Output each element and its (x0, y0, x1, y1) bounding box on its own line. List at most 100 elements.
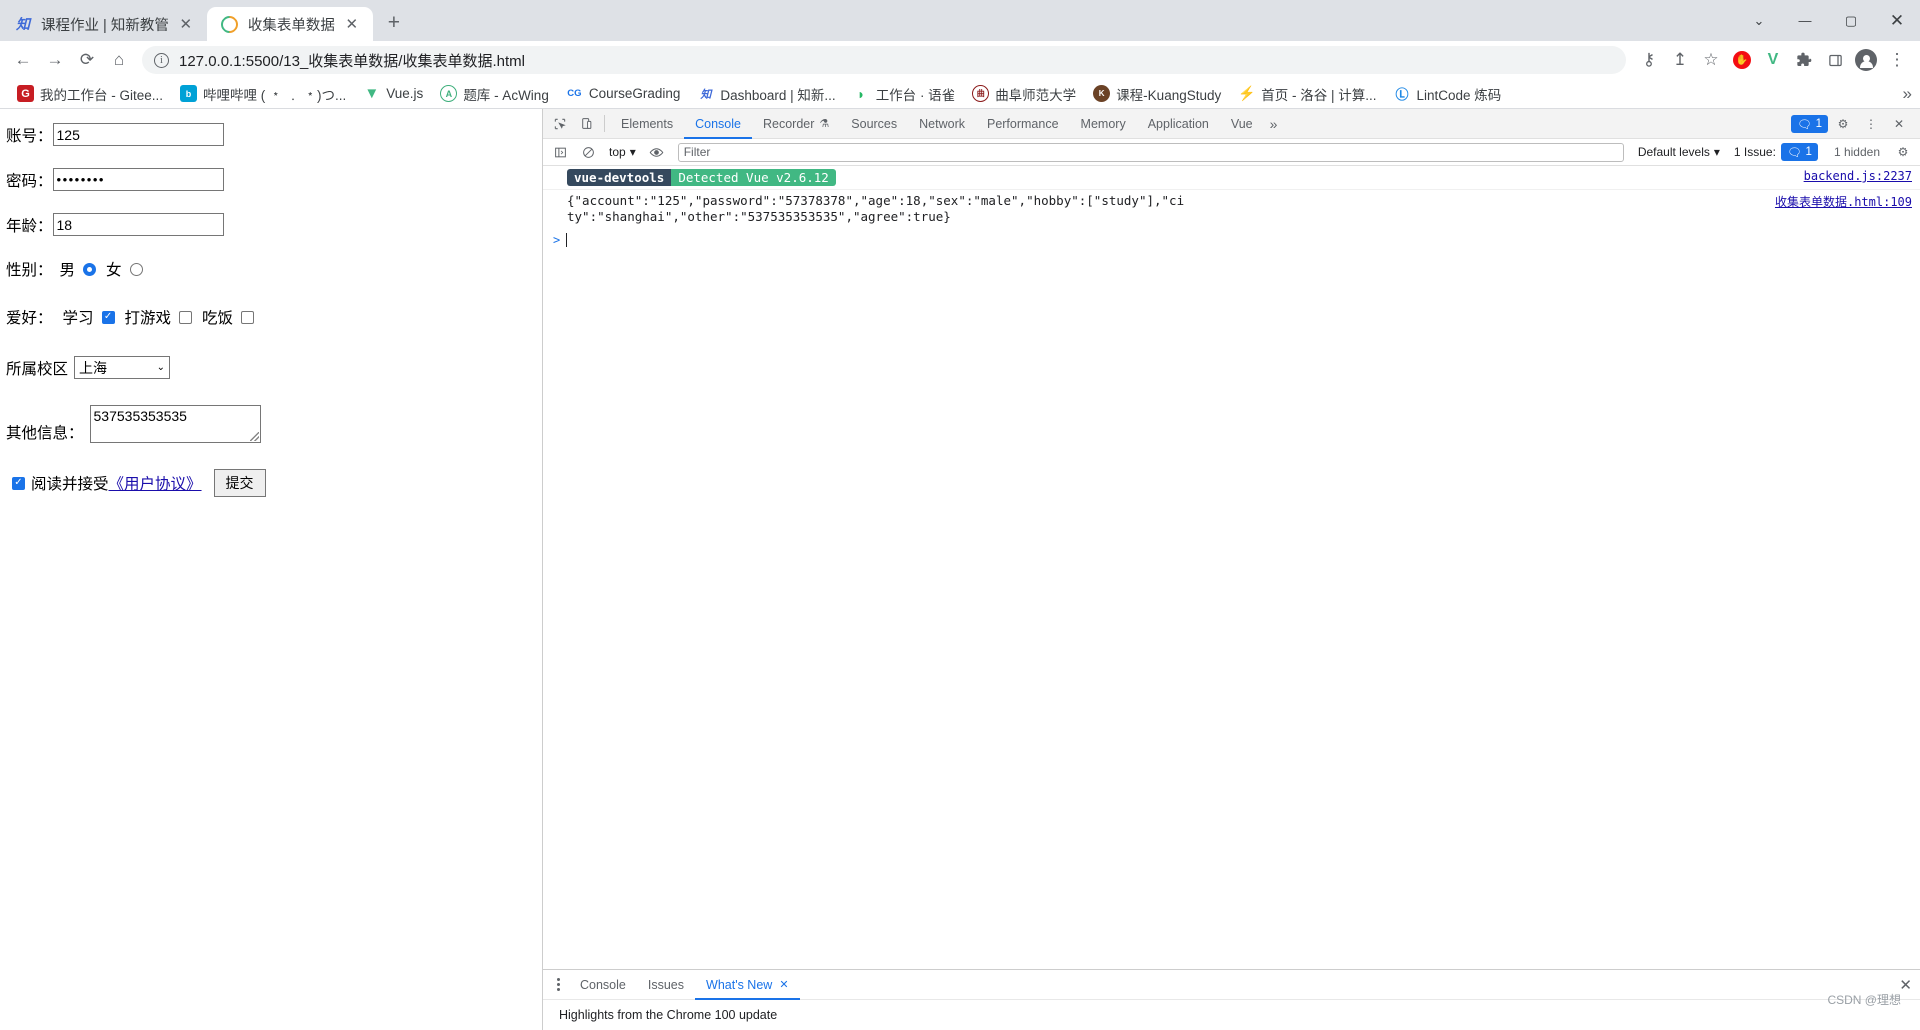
devtools-close-icon[interactable]: ✕ (1886, 111, 1912, 137)
drawer-tab-console[interactable]: Console (569, 970, 637, 1000)
account-input[interactable] (52, 123, 224, 146)
hobby-checkbox-study[interactable]: ✓ (101, 310, 115, 324)
devtools-tabs-overflow-icon[interactable]: » (1264, 116, 1284, 132)
site-info-icon[interactable]: i (154, 52, 169, 68)
bookmark-item[interactable]: Ⓛ LintCode 炼码 (1387, 81, 1509, 107)
drawer-menu-icon[interactable] (547, 978, 569, 991)
devtools-panel: Elements Console Recorder ⚗ Sources Netw… (542, 109, 1920, 1030)
hobby-checkbox-eat[interactable] (241, 310, 255, 324)
console-settings-gear-icon[interactable]: ⚙ (1890, 139, 1916, 165)
drawer-tab-whats-new[interactable]: What's New ✕ (695, 970, 800, 1000)
bookmark-item[interactable]: b 哔哩哔哩 ( ﹡ ﹒ ﹡)つ... (173, 81, 353, 107)
bookmarks-overflow-icon[interactable]: » (1903, 84, 1912, 104)
bookmark-item[interactable]: K 课程-KuangStudy (1086, 81, 1228, 107)
devtools-tab-sources[interactable]: Sources (840, 109, 908, 139)
hobby-checkbox-game[interactable] (179, 310, 193, 324)
password-label: 密码： (6, 172, 53, 190)
maximize-button[interactable]: ▢ (1828, 0, 1874, 41)
sex-label: 性别： (6, 262, 53, 279)
devtools-tab-vue[interactable]: Vue (1220, 109, 1264, 139)
live-expression-eye-icon[interactable] (644, 139, 670, 165)
console-filter-input[interactable]: Filter (677, 142, 1624, 162)
user-agreement-link[interactable]: 《用户协议》 (109, 472, 202, 494)
bookmark-star-icon[interactable]: ☆ (1696, 45, 1726, 75)
clear-console-icon[interactable] (575, 139, 601, 165)
reload-icon[interactable]: ⟳ (72, 45, 102, 75)
sex-radio-male[interactable] (83, 262, 97, 276)
forward-icon[interactable]: → (40, 45, 70, 75)
vue-extension-icon[interactable]: V (1758, 45, 1788, 75)
devtools-tabbar-right: 🗨 1 ⚙ ⋮ ✕ (1790, 111, 1916, 137)
account-label: 账号： (6, 127, 53, 145)
agree-checkbox[interactable]: ✓ (12, 476, 25, 490)
bookmark-label: Dashboard | 知新... (720, 87, 836, 103)
avatar[interactable] (1851, 45, 1881, 75)
close-icon[interactable]: ✕ (341, 13, 363, 35)
console-prompt[interactable]: > (543, 229, 1920, 251)
new-tab-button[interactable]: + (379, 8, 409, 38)
console-issues-summary[interactable]: 1 Issue: 🗨 1 (1728, 143, 1824, 161)
console-context-selector[interactable]: top ▾ (603, 145, 642, 159)
address-bar[interactable]: i 127.0.0.1:5500/13_收集表单数据/收集表单数据.html (142, 46, 1626, 74)
browser-tab-1[interactable]: 收集表单数据 ✕ (206, 7, 373, 41)
bookmark-label: 曲阜师范大学 (995, 87, 1077, 103)
other-textarea[interactable]: 537535353535 (89, 405, 261, 443)
devtools-tab-elements[interactable]: Elements (610, 109, 684, 139)
sex-radio-female[interactable] (129, 262, 143, 276)
console-message-log[interactable]: {"account":"125","password":"57378378","… (543, 190, 1920, 229)
issues-badge[interactable]: 🗨 1 (1790, 114, 1828, 133)
submit-button[interactable]: 提交 (213, 469, 266, 497)
console-message-source-link[interactable]: 收集表单数据.html:109 (1763, 193, 1912, 210)
bookmark-item[interactable]: 曲 曲阜师范大学 (965, 81, 1083, 107)
password-key-icon[interactable]: ⚷ (1634, 45, 1664, 75)
bookmark-item[interactable]: ▼ Vue.js (356, 82, 430, 105)
devtools-tab-application[interactable]: Application (1137, 109, 1220, 139)
bookmark-item[interactable]: ⚡ 首页 - 洛谷 | 计算... (1231, 81, 1383, 107)
devtools-tab-memory[interactable]: Memory (1070, 109, 1137, 139)
bookmark-item[interactable]: G 我的工作台 - Gitee... (10, 81, 170, 107)
devtools-tab-performance[interactable]: Performance (976, 109, 1070, 139)
web-page-content: 账号： 密码： •••••••• 年龄： 性别： 男 女 爱好： 学习 ✓ 打游… (0, 109, 542, 1030)
devtools-more-icon[interactable]: ⋮ (1858, 111, 1884, 137)
device-toolbar-icon[interactable] (573, 111, 599, 137)
close-icon[interactable]: ✕ (175, 13, 197, 35)
minimize-button[interactable]: — (1782, 0, 1828, 41)
side-panel-icon[interactable] (1820, 45, 1850, 75)
bookmark-item[interactable]: 知 Dashboard | 知新... (690, 81, 842, 107)
bookmark-item[interactable]: A 题库 - AcWing (433, 81, 556, 107)
console-message-vue-devtools[interactable]: vue-devtools Detected Vue v2.6.12 backen… (543, 166, 1920, 190)
devtools-tab-console[interactable]: Console (684, 109, 752, 139)
drawer-tab-issues[interactable]: Issues (637, 970, 695, 1000)
devtools-tab-recorder[interactable]: Recorder ⚗ (752, 109, 840, 139)
password-input[interactable]: •••••••• (52, 168, 224, 191)
form-row-campus: 所属校区 上海 ⌄ (6, 356, 542, 379)
share-icon[interactable]: ↥ (1665, 45, 1695, 75)
bookmark-label: Vue.js (386, 86, 424, 101)
resize-grip-icon[interactable] (249, 432, 259, 441)
divider (604, 115, 605, 132)
bookmark-item[interactable]: ◗ 工作台 · 语雀 (846, 81, 963, 107)
text-caret (566, 232, 568, 247)
window-close-button[interactable]: ✕ (1874, 0, 1920, 41)
inspect-element-icon[interactable] (547, 111, 573, 137)
devtools-settings-icon[interactable]: ⚙ (1830, 111, 1856, 137)
hobby-option-eat-label: 吃饭 (202, 310, 234, 327)
form-row-other: 其他信息： 537535353535 (6, 405, 542, 443)
campus-label: 所属校区 (6, 360, 69, 378)
close-icon[interactable]: ✕ (779, 978, 788, 991)
campus-select[interactable]: 上海 ⌄ (74, 356, 171, 379)
back-icon[interactable]: ← (8, 45, 38, 75)
home-icon[interactable]: ⌂ (104, 45, 134, 75)
tab-search-icon[interactable]: ⌄ (1736, 0, 1782, 41)
console-sidebar-icon[interactable] (547, 139, 573, 165)
console-log-levels-selector[interactable]: Default levels ▾ (1632, 145, 1726, 159)
browser-tab-0[interactable]: 知 课程作业 | 知新教管 ✕ (0, 7, 207, 41)
qfnu-icon: 曲 (972, 85, 990, 102)
devtools-tab-network[interactable]: Network (908, 109, 976, 139)
extensions-puzzle-icon[interactable] (1789, 45, 1819, 75)
browser-menu-icon[interactable]: ⋮ (1882, 45, 1912, 75)
age-input[interactable] (52, 213, 224, 236)
bookmark-item[interactable]: CG CourseGrading (559, 82, 688, 105)
adblock-extension-icon[interactable]: ✋ (1727, 45, 1757, 75)
console-message-source-link[interactable]: backend.js:2237 (1792, 169, 1912, 183)
